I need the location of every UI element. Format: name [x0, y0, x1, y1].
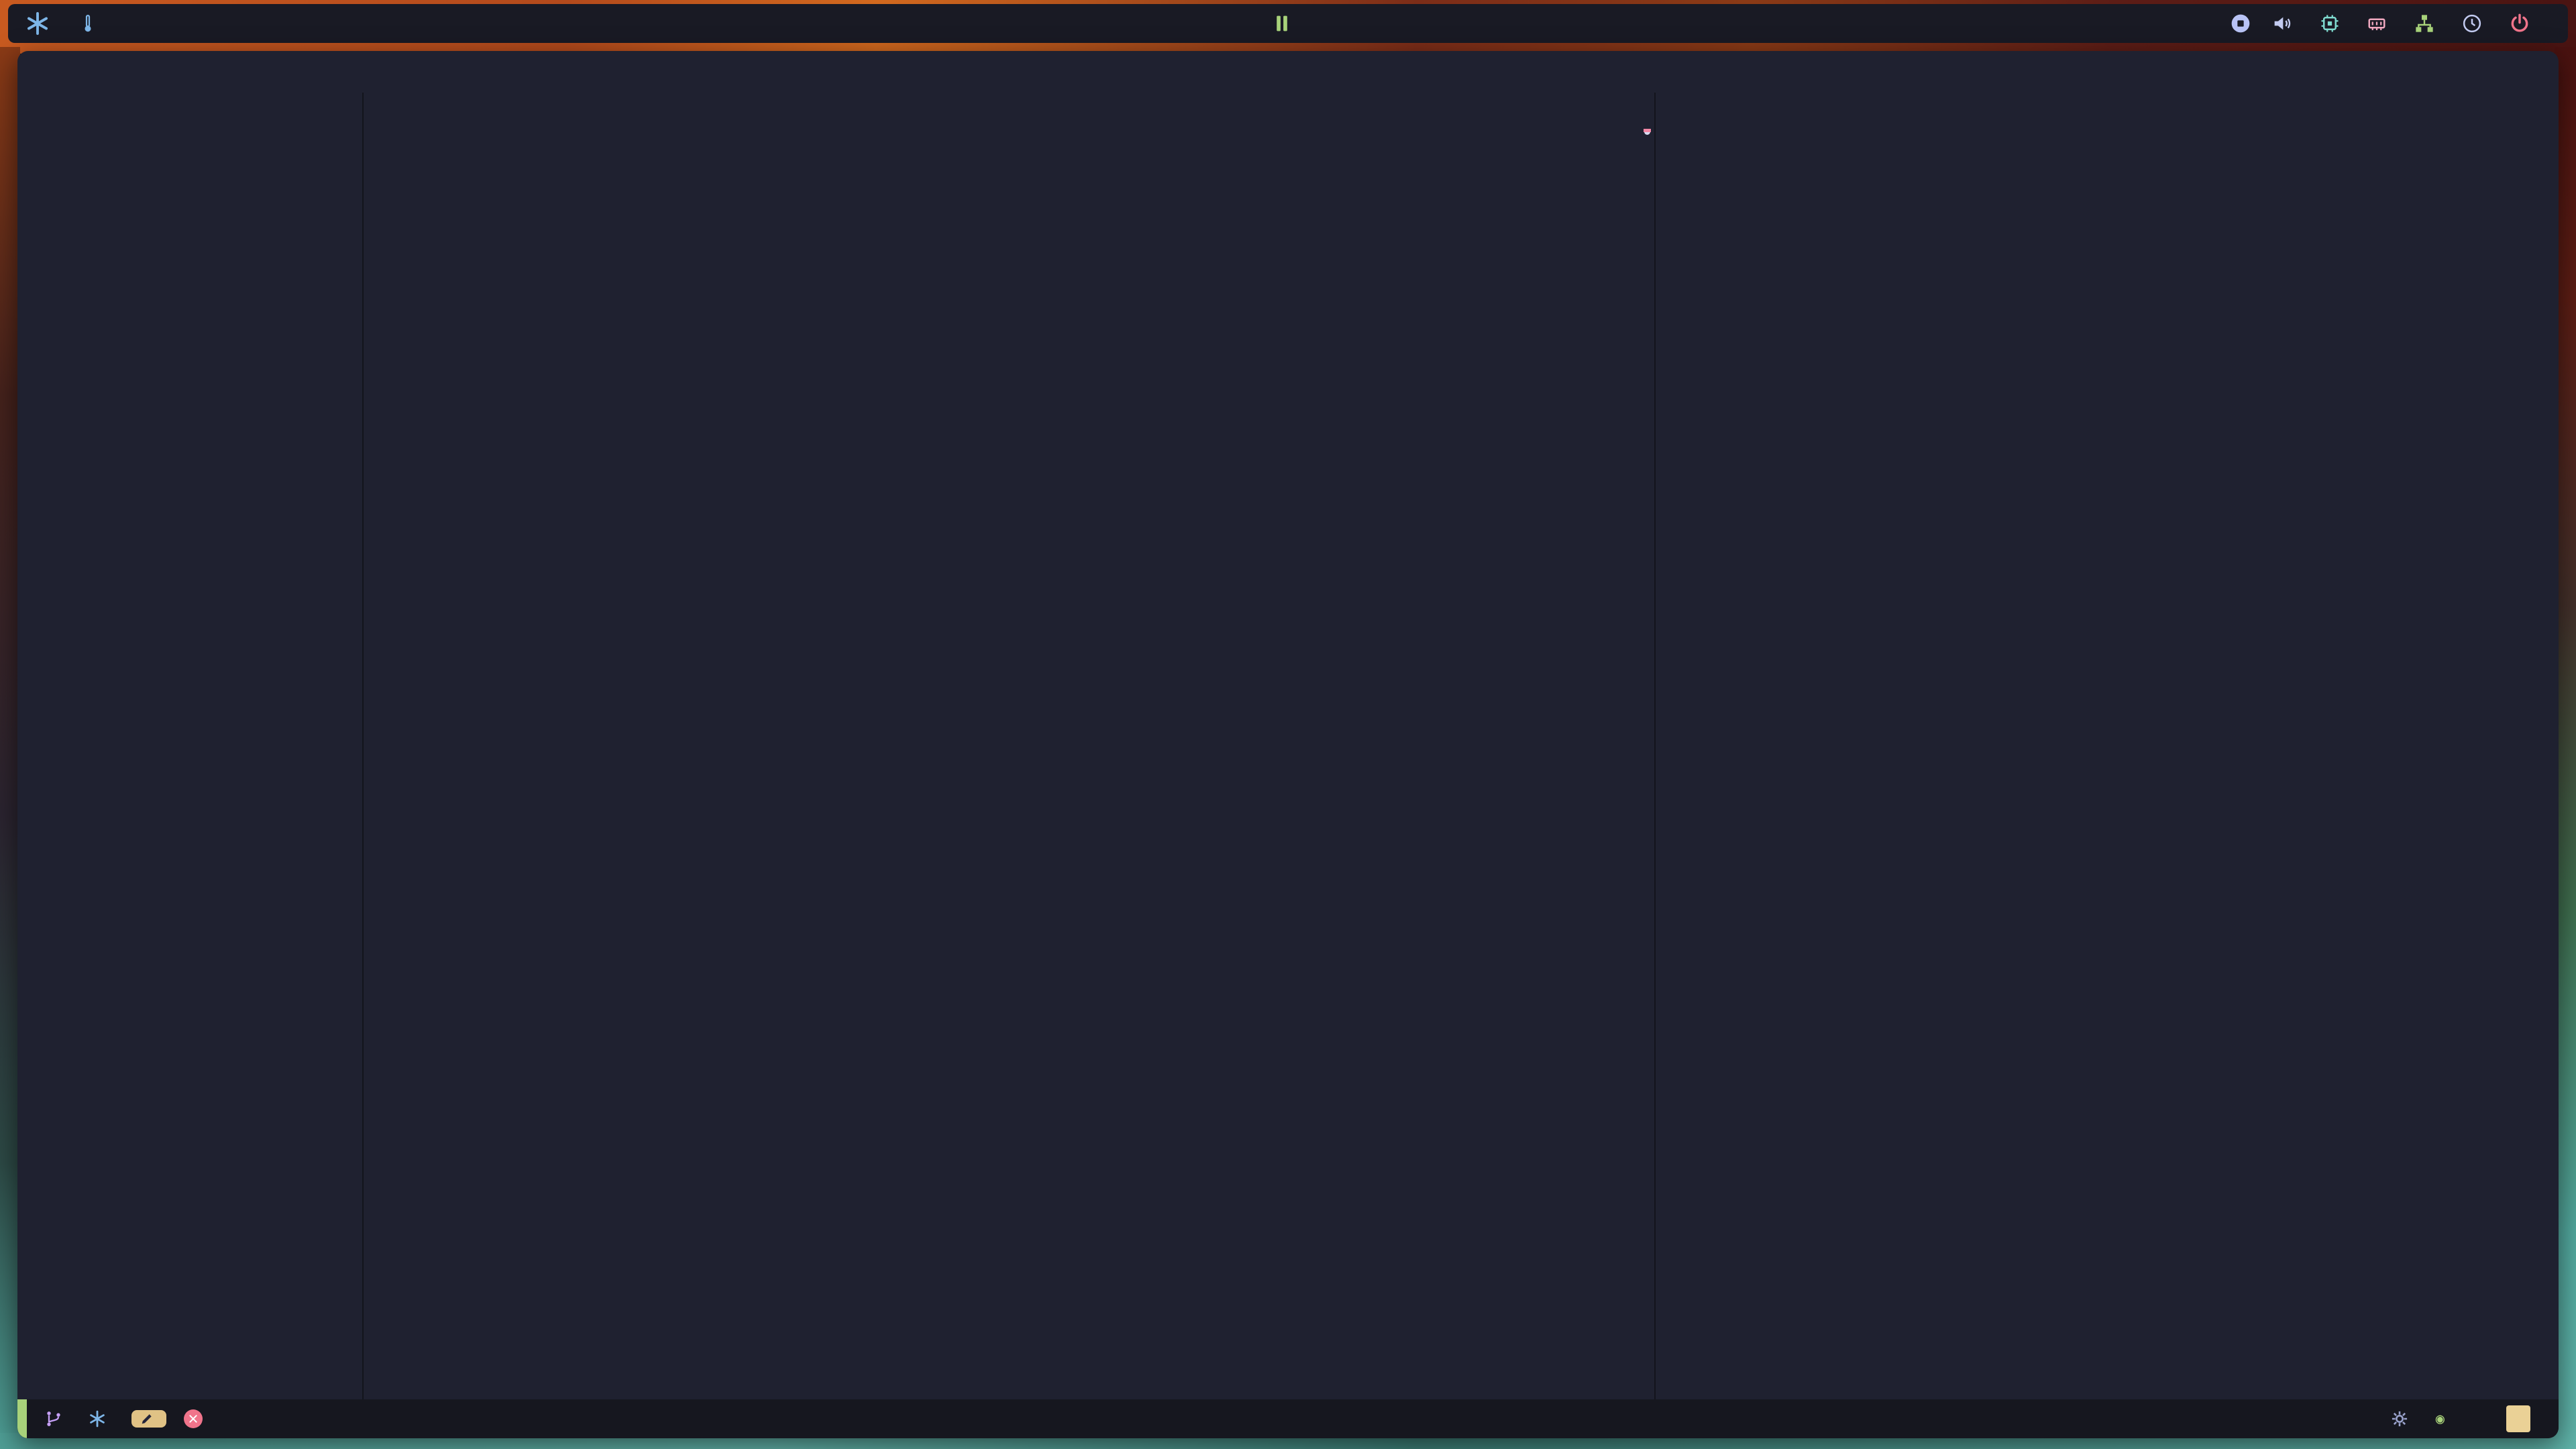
mode-indicator: [17, 1399, 27, 1438]
breadcrumb: [364, 93, 1654, 123]
scrollbar-error-marker: [1644, 129, 1651, 132]
statusline-accent-block: [2506, 1405, 2530, 1432]
thermometer-icon: [78, 13, 98, 34]
clock-icon: [2462, 13, 2482, 34]
nvim-window: ◉: [17, 51, 2559, 1438]
memory-widget[interactable]: [2367, 13, 2394, 34]
cpu-icon: [2320, 13, 2340, 34]
lsp-clients: [2390, 1409, 2417, 1428]
cpu-widget[interactable]: [2320, 13, 2347, 34]
editor-pane: [364, 93, 1654, 1399]
diagnostics-error-badge[interactable]: [184, 1409, 208, 1428]
filetype-segment: [89, 1410, 114, 1428]
memory-icon: [2367, 13, 2387, 34]
git-changed-badge[interactable]: [131, 1410, 166, 1428]
neotree-panel: [17, 93, 362, 1399]
media-status[interactable]: [2223, 13, 2251, 34]
network-icon: [2414, 13, 2435, 34]
speaker-icon: [2271, 13, 2293, 34]
editor-scrollbar[interactable]: [1644, 129, 1650, 1390]
nixos-logo-icon[interactable]: [25, 11, 50, 36]
treesitter-indicator: ◉: [2436, 1411, 2450, 1428]
gear-icon: [2390, 1409, 2409, 1428]
terminal-pane[interactable]: [1656, 93, 2559, 1399]
git-branch-segment[interactable]: [44, 1409, 71, 1428]
clock-widget: [2462, 13, 2489, 34]
nix-filetype-icon: [89, 1410, 106, 1428]
branch-icon: [44, 1409, 63, 1428]
pencil-icon: [140, 1411, 154, 1426]
stop-icon: [2230, 13, 2251, 34]
volume-widget[interactable]: [2271, 13, 2300, 34]
network-widget[interactable]: [2414, 13, 2442, 34]
statusline: ◉: [17, 1399, 2559, 1438]
pause-icon[interactable]: [1271, 12, 1293, 35]
bufferline: [17, 51, 2559, 93]
power-icon[interactable]: [2509, 13, 2530, 34]
status-bar: [8, 4, 2568, 43]
